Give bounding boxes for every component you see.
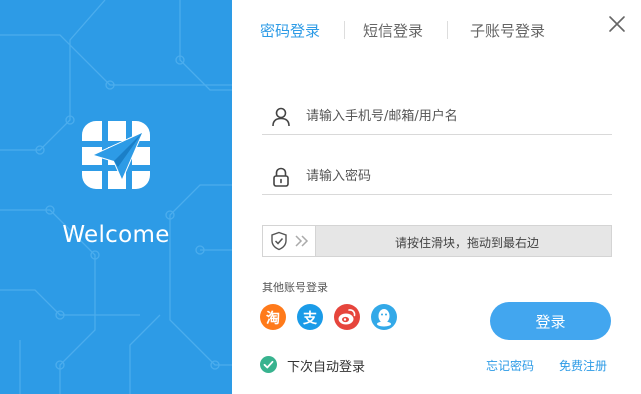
brand-panel: Welcome (0, 0, 232, 394)
qq-login-button[interactable] (371, 304, 397, 330)
tab-subaccount-login[interactable]: 子账号登录 (470, 20, 545, 41)
weibo-login-button[interactable] (334, 304, 360, 330)
taobao-login-button[interactable]: 淘 (260, 304, 286, 330)
slider-handle[interactable] (262, 225, 316, 257)
welcome-text: Welcome (62, 222, 170, 248)
taobao-icon: 淘 (266, 311, 280, 327)
tab-sms-login[interactable]: 短信登录 (363, 20, 423, 41)
login-button[interactable]: 登录 (490, 302, 611, 340)
username-input[interactable] (306, 103, 606, 129)
check-icon (260, 356, 277, 373)
close-icon (609, 16, 625, 32)
close-button[interactable] (607, 14, 627, 34)
slider-instruction: 请按住滑块，拖动到最右边 (394, 236, 539, 250)
alipay-login-button[interactable]: 支 (297, 304, 323, 330)
user-icon (272, 107, 290, 127)
forgot-password-link[interactable]: 忘记密码 (486, 357, 534, 374)
shield-check-icon (271, 231, 287, 251)
weibo-icon (338, 309, 356, 325)
password-input[interactable] (306, 163, 606, 189)
double-chevron-right-icon (295, 235, 309, 247)
tab-password-login[interactable]: 密码登录 (260, 20, 320, 41)
login-panel: 密码登录 短信登录 子账号登录 请输入手机号/邮箱/用户名 请按住滑块，拖动到最… (232, 0, 641, 394)
alipay-icon: 支 (303, 311, 317, 327)
app-logo (82, 121, 150, 189)
slider-captcha: 请按住滑块，拖动到最右边 (262, 225, 612, 257)
tab-divider (344, 21, 345, 39)
auto-login-label: 下次自动登录 (287, 360, 366, 375)
lock-icon (273, 167, 289, 187)
tab-divider (447, 21, 448, 39)
password-field (262, 159, 612, 195)
background-pattern (0, 0, 232, 394)
username-field (262, 99, 612, 135)
register-link[interactable]: 免费注册 (559, 357, 607, 374)
other-accounts-label: 其他账号登录 (262, 281, 328, 294)
qq-icon (377, 309, 391, 327)
